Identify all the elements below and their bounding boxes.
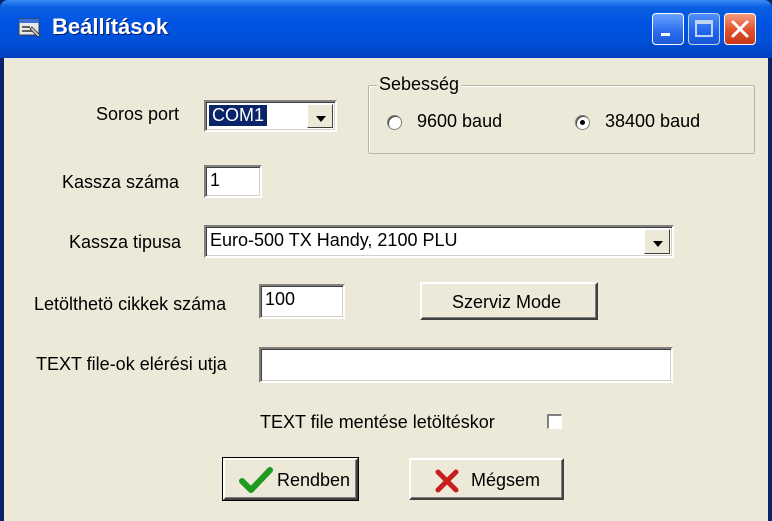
ok-button[interactable]: Rendben xyxy=(222,457,359,501)
save-text-checkbox[interactable] xyxy=(547,414,562,429)
service-mode-label: Szerviz Mode xyxy=(452,292,562,312)
register-type-value: Euro-500 TX Handy, 2100 PLU xyxy=(210,230,458,250)
close-icon xyxy=(731,20,749,38)
register-type-select[interactable]: Euro-500 TX Handy, 2100 PLU xyxy=(204,225,674,258)
close-button[interactable] xyxy=(724,13,756,45)
downloadable-items-value: 100 xyxy=(265,289,296,309)
text-path-field[interactable] xyxy=(259,347,673,383)
radio-38400-baud[interactable] xyxy=(575,115,590,130)
window-title: Beállítások xyxy=(52,14,169,39)
register-number-field[interactable]: 1 xyxy=(204,165,262,198)
register-number-value: 1 xyxy=(210,170,221,190)
minimize-icon xyxy=(661,33,670,36)
radio-9600-label: 9600 baud xyxy=(417,111,503,131)
register-type-label: Kassza tipusa xyxy=(69,232,182,252)
maximize-icon xyxy=(695,20,713,37)
serial-port-value: COM1 xyxy=(207,104,269,127)
register-number-label: Kassza száma xyxy=(62,172,180,192)
cancel-label: Mégsem xyxy=(471,470,541,490)
settings-window-icon[interactable] xyxy=(18,17,42,39)
text-path-label: TEXT file-ok elérési utja xyxy=(36,354,227,374)
save-text-label: TEXT file mentése letöltéskor xyxy=(260,412,495,432)
radio-38400-label: 38400 baud xyxy=(605,111,701,131)
speed-groupbox: Sebesség 9600 baud 38400 baud xyxy=(368,74,755,154)
title-bar[interactable]: Beállítások xyxy=(0,0,772,58)
dialog-body: Soros port COM1 Sebesség 9600 baud 38400… xyxy=(4,58,768,521)
minimize-button[interactable] xyxy=(652,13,684,45)
serial-port-label: Soros port xyxy=(96,104,180,124)
serial-port-select[interactable]: COM1 xyxy=(204,100,337,132)
cross-icon xyxy=(435,469,459,493)
radio-9600-baud[interactable] xyxy=(387,115,402,130)
service-mode-button[interactable]: Szerviz Mode xyxy=(420,282,598,320)
speed-group-title: Sebesség xyxy=(377,74,462,95)
settings-window: Beállítások Soros port COM1 Sebesség 960… xyxy=(0,0,772,521)
downloadable-items-field[interactable]: 100 xyxy=(259,284,345,319)
chevron-down-icon[interactable] xyxy=(307,104,333,128)
downloadable-items-label: Letölthetö cikkek száma xyxy=(34,294,227,314)
checkmark-icon xyxy=(239,467,273,493)
chevron-down-icon[interactable] xyxy=(644,229,670,254)
cancel-button[interactable]: Mégsem xyxy=(409,458,564,500)
ok-label: Rendben xyxy=(277,470,351,490)
maximize-button[interactable] xyxy=(688,13,720,45)
